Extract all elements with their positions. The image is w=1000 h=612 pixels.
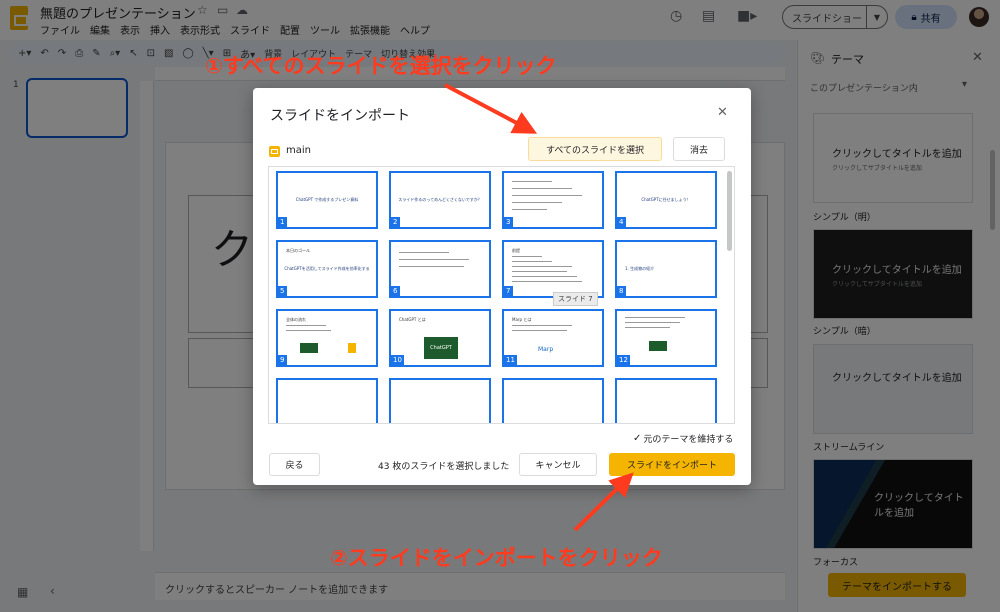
slide-thumb-3[interactable]: 3	[502, 171, 604, 229]
selected-count: 43 枚のスライドを選択しました	[378, 462, 510, 472]
text-line	[625, 322, 680, 323]
slide-heading: ChatGPT とは	[399, 317, 426, 322]
chatgpt-logo	[300, 343, 318, 353]
slide-caption: 1. 生成物の紹介	[625, 266, 655, 271]
import-slides-button[interactable]: スライドをインポート	[609, 453, 735, 476]
slide-number: 9	[278, 355, 287, 365]
text-line	[512, 181, 552, 182]
back-button[interactable]: 戻る	[269, 453, 320, 476]
annotation-step-1: ①すべてのスライドを選択をクリック	[205, 54, 557, 78]
slide-thumb-7[interactable]: 前提 7	[502, 240, 604, 298]
slide-grid[interactable]: ChatGPT で作成するプレゼン資料 1 スライド作るのってめんどくさくないで…	[268, 166, 735, 424]
text-line	[399, 252, 449, 253]
slide-thumb-2[interactable]: スライド作るのってめんどくさくないですか？ 2	[389, 171, 491, 229]
slide-thumb-13[interactable]	[276, 378, 378, 423]
checkmark-icon[interactable]: ✓	[633, 433, 641, 444]
slide-thumb-1[interactable]: ChatGPT で作成するプレゼン資料 1	[276, 171, 378, 229]
slide-number: 6	[391, 286, 400, 296]
slide-heading: 全体の流れ	[286, 317, 306, 322]
slide-thumb-6[interactable]: 6	[389, 240, 491, 298]
text-line	[512, 209, 547, 210]
text-line	[512, 276, 577, 277]
text-line	[512, 266, 572, 267]
slide-thumb-12[interactable]: 12	[615, 309, 717, 367]
slide-number: 11	[504, 355, 517, 365]
cancel-button[interactable]: キャンセル	[519, 453, 597, 476]
slide-thumb-9[interactable]: 全体の流れ 9	[276, 309, 378, 367]
marp-logo: Marp	[538, 346, 554, 353]
slide-thumb-15[interactable]	[502, 378, 604, 423]
slide-heading: 前提	[512, 248, 520, 253]
text-line	[399, 266, 464, 267]
text-line	[512, 188, 572, 189]
slide-thumb-11[interactable]: Marp とは Marp 11	[502, 309, 604, 367]
scrollbar[interactable]	[727, 171, 732, 251]
text-line	[625, 317, 685, 318]
slides-file-icon	[269, 146, 280, 157]
slide-caption: スライド作るのってめんどくさくないですか？	[398, 197, 482, 202]
text-line	[512, 330, 567, 331]
slide-tooltip: スライド 7	[553, 292, 598, 306]
text-line	[286, 325, 326, 326]
slide-number: 10	[391, 355, 404, 365]
slide-number: 5	[278, 286, 287, 296]
slide-heading: Marp とは	[512, 317, 532, 322]
chatgpt-logo	[649, 341, 667, 351]
chatgpt-logo: ChatGPT	[424, 337, 458, 359]
dialog-title: スライドをインポート	[270, 108, 410, 124]
keep-theme-label: 元のテーマを維持する	[643, 435, 734, 445]
slide-thumb-10[interactable]: ChatGPT とは ChatGPT 10	[389, 309, 491, 367]
text-line	[286, 330, 331, 331]
slide-thumb-4[interactable]: ChatGPTに任せましょう！ 4	[615, 171, 717, 229]
slide-number: 4	[617, 217, 626, 227]
text-line	[512, 202, 562, 203]
slide-number: 7	[504, 286, 513, 296]
slide-thumb-14[interactable]	[389, 378, 491, 423]
clear-selection-button[interactable]: 消去	[673, 137, 725, 161]
text-line	[399, 259, 469, 260]
file-name: main	[286, 145, 311, 156]
keep-theme-checkbox[interactable]: ✓ 元のテーマを維持する	[633, 432, 733, 445]
text-line	[512, 261, 552, 262]
text-line	[512, 195, 582, 196]
text-line	[512, 256, 542, 257]
slide-caption: ChatGPTを活用してスライド作成を効率化する	[284, 266, 370, 271]
select-all-slides-button[interactable]: すべてのスライドを選択	[528, 137, 662, 161]
close-icon[interactable]: ✕	[717, 105, 728, 120]
text-line	[625, 327, 670, 328]
slide-number: 8	[617, 286, 626, 296]
slide-thumb-5[interactable]: 本日のゴール ChatGPTを活用してスライド作成を効率化する 5	[276, 240, 378, 298]
slide-caption: ChatGPT で作成するプレゼン資料	[295, 197, 359, 202]
slide-thumb-16[interactable]	[615, 378, 717, 423]
slide-number: 1	[278, 217, 287, 227]
slide-heading: 本日のゴール	[286, 248, 310, 253]
slide-caption: ChatGPTに任せましょう！	[641, 197, 691, 202]
slide-number: 3	[504, 217, 513, 227]
slide-thumb-8[interactable]: 1. 生成物の紹介 8	[615, 240, 717, 298]
text-line	[512, 325, 572, 326]
import-slides-dialog: スライドをインポート ✕ main すべてのスライドを選択 消去 ChatGPT…	[253, 88, 751, 485]
text-line	[512, 271, 567, 272]
sheet-icon	[348, 343, 356, 353]
annotation-step-2: ②スライドをインポートをクリック	[330, 546, 663, 570]
slide-number: 12	[617, 355, 630, 365]
text-line	[512, 281, 582, 282]
slide-number: 2	[391, 217, 400, 227]
